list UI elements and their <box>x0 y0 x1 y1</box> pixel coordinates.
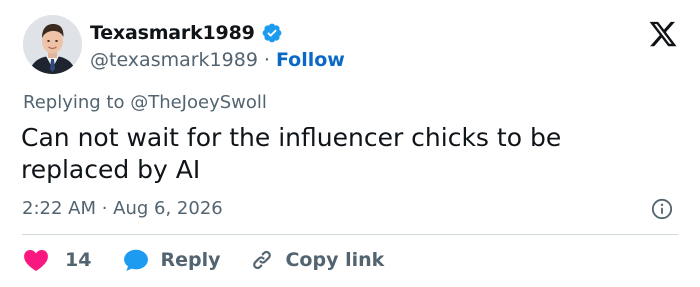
tweet-card: Texasmark1989 @texasmark1989 · Follow Re… <box>0 0 700 287</box>
x-logo-icon[interactable] <box>648 19 678 49</box>
action-bar: 14 Reply Copy link <box>23 246 384 274</box>
divider <box>22 234 678 235</box>
info-icon[interactable] <box>651 198 673 220</box>
reply-bubble-icon <box>123 248 149 272</box>
user-avatar-photo <box>23 15 82 74</box>
user-handle[interactable]: @texasmark1989 <box>90 49 258 71</box>
follow-button[interactable]: Follow <box>276 49 345 71</box>
handle-row: @texasmark1989 · Follow <box>90 47 345 73</box>
handle-separator: · <box>263 49 270 71</box>
copy-link-label: Copy link <box>285 249 385 271</box>
tweet-timestamp[interactable]: 2:22 AM · Aug 6, 2026 <box>22 198 223 219</box>
reply-button[interactable]: Reply <box>123 248 220 272</box>
verified-badge-icon <box>261 22 283 44</box>
heart-icon <box>23 248 49 272</box>
tweet-text: Can not wait for the influencer chicks t… <box>21 123 562 184</box>
display-name[interactable]: Texasmark1989 <box>90 22 255 44</box>
like-count: 14 <box>65 249 92 271</box>
link-icon <box>250 248 274 272</box>
copy-link-button[interactable]: Copy link <box>250 248 384 272</box>
avatar[interactable] <box>23 15 82 74</box>
like-button[interactable]: 14 <box>23 248 91 272</box>
reply-label: Reply <box>160 249 221 271</box>
display-name-row: Texasmark1989 <box>90 20 283 46</box>
reply-context[interactable]: Replying to @TheJoeySwoll <box>23 92 267 113</box>
